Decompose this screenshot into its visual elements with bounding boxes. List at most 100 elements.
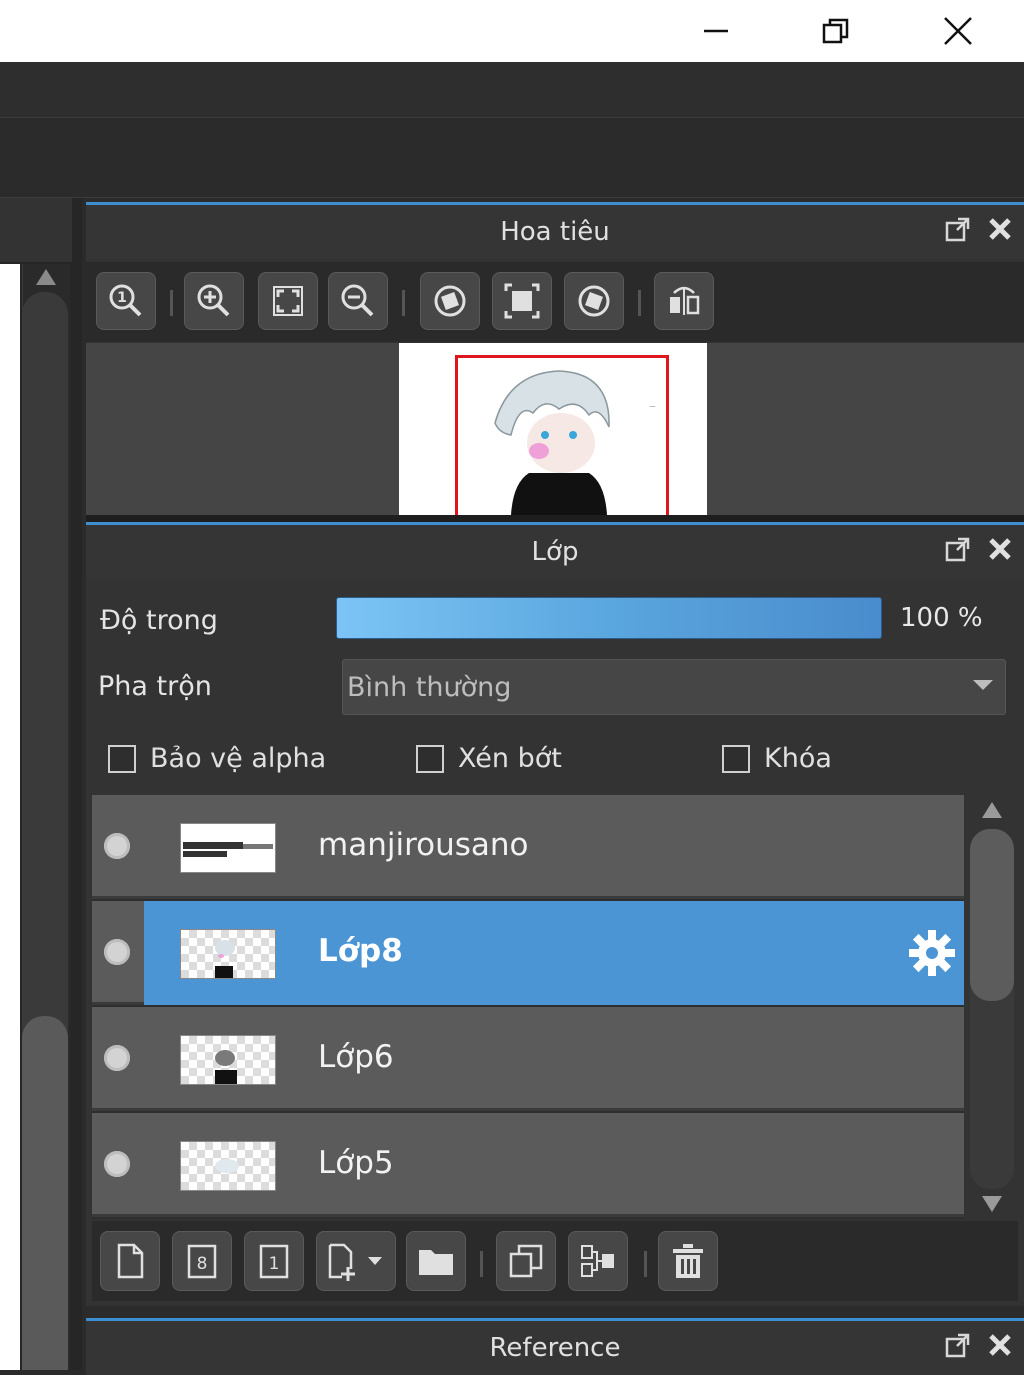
close-icon (944, 17, 972, 45)
flip-icon (670, 286, 700, 315)
folder-icon (419, 1250, 453, 1275)
new-8bit-layer-icon: 8 (187, 1244, 217, 1279)
layers-header: Lớp (86, 525, 1024, 579)
rotate-right-button[interactable] (564, 272, 624, 330)
minimize-icon (704, 29, 728, 33)
navigator-thumbnail[interactable]: ー (399, 343, 707, 515)
zoom-out-icon (341, 284, 374, 317)
canvas[interactable] (0, 264, 20, 1370)
gear-icon[interactable] (906, 927, 958, 979)
scroll-up-arrow-icon[interactable] (980, 799, 1004, 821)
window-titlebar (0, 0, 1024, 62)
layer-thumbnail (180, 1141, 276, 1191)
add-layer-menu-button[interactable] (316, 1231, 396, 1291)
layer-thumbnail (180, 929, 276, 979)
checkbox-box[interactable] (108, 744, 136, 773)
fit-screen-button[interactable] (258, 272, 318, 330)
undock-icon[interactable] (944, 1331, 972, 1359)
merge-layer-button[interactable] (568, 1231, 628, 1291)
layer-name: Lớp5 (318, 1145, 394, 1181)
restore-button[interactable] (776, 0, 896, 62)
canvas-tab-strip (0, 198, 72, 262)
layer-row-lop6[interactable]: Lớp6 (92, 1007, 964, 1111)
close-panel-icon[interactable] (986, 1331, 1014, 1359)
close-window-button[interactable] (898, 0, 1018, 62)
close-panel-icon[interactable] (986, 215, 1014, 243)
new-8bit-layer-button[interactable]: 8 (172, 1231, 232, 1291)
reference-panel: Reference (86, 1318, 1024, 1375)
clipping-label: Xén bớt (458, 743, 562, 774)
rotate-left-icon (434, 285, 466, 317)
opacity-label: Độ trong (100, 605, 218, 636)
svg-text:1: 1 (269, 1254, 280, 1274)
zoom-out-button[interactable] (328, 272, 388, 330)
blend-mode-select[interactable]: Bình thường (342, 659, 1006, 715)
blend-mode-label: Pha trộn (98, 671, 212, 702)
protect-alpha-label: Bảo vệ alpha (150, 743, 327, 774)
flip-button[interactable] (654, 272, 714, 330)
scroll-thumb[interactable] (970, 829, 1014, 1001)
visibility-toggle-icon[interactable] (104, 1045, 130, 1071)
navigator-title: Hoa tiêu (500, 217, 610, 247)
lock-checkbox[interactable]: Khóa (722, 743, 832, 774)
scroll-up-arrow-icon[interactable] (34, 266, 58, 288)
svg-text:1: 1 (117, 290, 127, 306)
duplicate-layer-icon (509, 1244, 543, 1278)
tool-options-bar (0, 118, 1024, 198)
scroll-down-arrow-icon[interactable] (980, 1193, 1004, 1215)
fit-window-icon (504, 283, 540, 319)
layers-title: Lớp (531, 537, 579, 567)
add-layer-menu-icon (328, 1243, 382, 1281)
viewport-frame[interactable] (455, 355, 669, 515)
new-1bit-layer-button[interactable]: 1 (244, 1231, 304, 1291)
visibility-toggle-icon[interactable] (104, 939, 130, 965)
layer-row-manjirousano[interactable]: manjirousano (92, 795, 964, 899)
undock-icon[interactable] (944, 535, 972, 563)
svg-text:8: 8 (197, 1254, 208, 1274)
menu-bar (0, 62, 1024, 118)
opacity-value: 100 % (900, 603, 983, 633)
chevron-down-icon (973, 680, 993, 690)
opacity-slider[interactable] (336, 597, 882, 639)
zoom-actual-icon: 1 (109, 284, 142, 317)
layer-list: manjirousano Lớp8 Lớp6 Lớp5 (92, 795, 964, 1219)
layer-row-lop5[interactable]: Lớp5 (92, 1113, 964, 1217)
zoom-actual-button[interactable]: 1 (96, 272, 156, 330)
checkbox-box[interactable] (722, 744, 750, 773)
navigator-header: Hoa tiêu (86, 205, 1024, 259)
duplicate-layer-button[interactable] (496, 1231, 556, 1291)
navigator-panel: Hoa tiêu 1 ー (86, 202, 1024, 523)
navigator-toolbar: 1 (86, 262, 1024, 342)
canvas-scroll-thumb[interactable] (22, 1016, 68, 1370)
minimize-button[interactable] (656, 0, 776, 62)
lock-label: Khóa (764, 743, 832, 774)
layer-name: manjirousano (318, 827, 529, 863)
layer-thumbnail (180, 1035, 276, 1085)
layer-row-lop8[interactable]: Lớp8 (92, 901, 964, 1005)
rotate-left-button[interactable] (420, 272, 480, 330)
fit-window-button[interactable] (492, 272, 552, 330)
delete-layer-button[interactable] (658, 1231, 718, 1291)
clipping-checkbox[interactable]: Xén bớt (416, 743, 562, 774)
close-panel-icon[interactable] (986, 535, 1014, 563)
layer-list-scrollbar[interactable] (964, 795, 1020, 1219)
visibility-toggle-icon[interactable] (104, 1151, 130, 1177)
undock-icon[interactable] (944, 215, 972, 243)
new-1bit-layer-icon: 1 (259, 1244, 289, 1279)
layer-thumbnail (180, 823, 276, 873)
layer-name: Lớp8 (318, 933, 403, 969)
layer-name: Lớp6 (318, 1039, 394, 1075)
reference-header: Reference (86, 1321, 1024, 1375)
new-layer-icon (117, 1243, 144, 1279)
restore-icon (822, 18, 849, 44)
zoom-in-button[interactable] (184, 272, 244, 330)
protect-alpha-checkbox[interactable]: Bảo vệ alpha (108, 743, 326, 774)
fit-screen-icon (273, 286, 303, 316)
visibility-toggle-icon[interactable] (104, 833, 130, 859)
new-layer-button[interactable] (100, 1231, 160, 1291)
checkbox-box[interactable] (416, 744, 444, 773)
blend-mode-value: Bình thường (347, 671, 512, 703)
layer-toolbar: 8 1 (92, 1221, 1018, 1301)
rotate-right-icon (578, 285, 610, 317)
new-folder-button[interactable] (406, 1231, 466, 1291)
